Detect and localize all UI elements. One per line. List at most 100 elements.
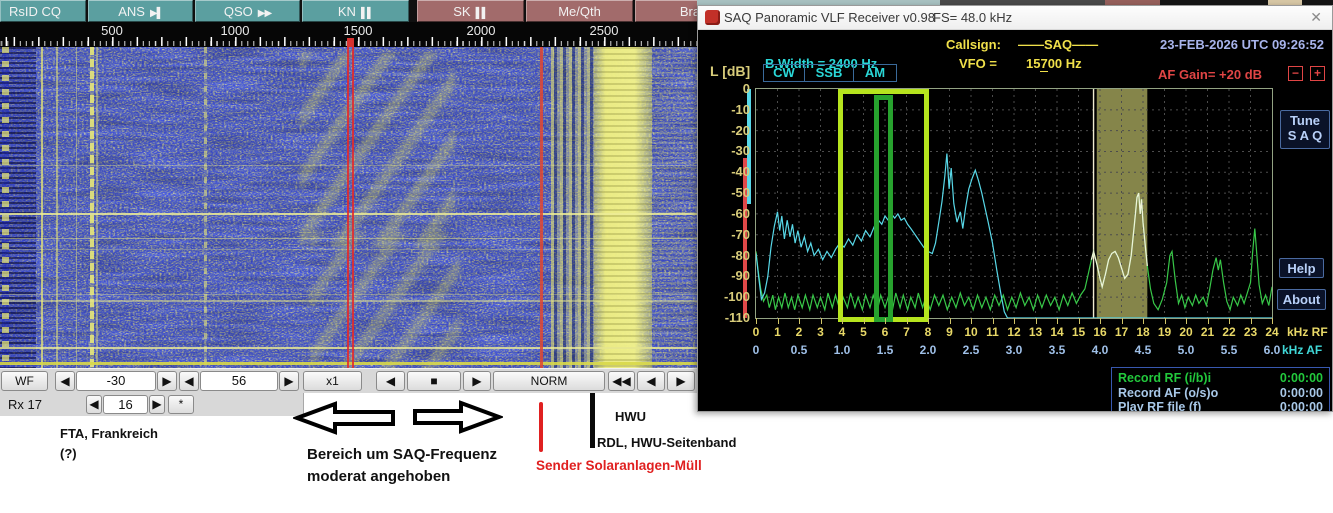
macro-button-kn[interactable]: KN▌▌ (302, 0, 409, 22)
mode-button-ssb[interactable]: SSB (804, 64, 854, 82)
help-button[interactable]: Help (1279, 258, 1324, 278)
annotation-arrows (293, 400, 503, 436)
saq-titlebar[interactable]: SAQ Panoramic VLF Receiver v0.98 FS= 48.… (698, 6, 1332, 30)
x-tick-mark (864, 318, 865, 324)
x-tick-mark (1186, 318, 1187, 324)
saq-receiver-window: SAQ Panoramic VLF Receiver v0.98 FS= 48.… (697, 5, 1333, 412)
x-tick-label-rf: 13 (1029, 325, 1042, 339)
wf-range-field[interactable]: 56 (200, 371, 278, 391)
x-axis-af-unit: kHz AF (1282, 343, 1322, 357)
y-tick-label: -30 (708, 143, 750, 158)
y-tick-label: -110 (708, 310, 750, 325)
x-tick-mark (821, 318, 822, 324)
record-row[interactable]: Record RF (i/b)i0:00:00 (1118, 371, 1323, 386)
rewind-button[interactable]: ◀◀ (608, 371, 635, 391)
x-tick-mark (1143, 318, 1144, 324)
close-icon[interactable]: ✕ (1310, 9, 1322, 26)
spectrum-plot[interactable] (756, 89, 1272, 318)
playback-glyph-icon: ▌▌ (361, 8, 373, 19)
x-tick-mark (1100, 318, 1101, 324)
fldigi-waterfall[interactable] (0, 47, 697, 368)
vfo-value[interactable]: 15700 Hz (1026, 56, 1082, 71)
annotation-fta: FTA, Frankreich(?) (60, 424, 158, 464)
rx-value-field[interactable]: 16 (103, 395, 148, 414)
norm-button[interactable]: NORM (493, 371, 605, 391)
screenshot-root: RsID CQANS▶▌QSO▶▶KN▌▌SK▌▌Me/QthBra 50010… (0, 0, 1333, 513)
lower-signal-inc-button[interactable]: ▶ (157, 371, 177, 391)
y-tick-label: -70 (708, 227, 750, 242)
y-tick-label: -100 (708, 289, 750, 304)
scroll-right-button[interactable]: ▶ (463, 371, 491, 391)
x-tick-label-rf: 4 (839, 325, 846, 339)
lower-signal-dec-button[interactable]: ◀ (55, 371, 75, 391)
callsign-label: Callsign: (946, 37, 1001, 52)
waterfall-carrier-line (90, 47, 94, 368)
x-tick-label-rf: 7 (903, 325, 910, 339)
sample-rate-label: FS= 48.0 kHz (933, 10, 1012, 25)
macro-button-me-qth[interactable]: Me/Qth (526, 0, 633, 22)
macro-button-rsid-cq[interactable]: RsID CQ (0, 0, 86, 22)
y-tick-label: -20 (708, 123, 750, 138)
range-inc-button[interactable]: ▶ (279, 371, 299, 391)
x-tick-label-rf: 17 (1115, 325, 1128, 339)
macro-button-sk[interactable]: SK▌▌ (417, 0, 524, 22)
waterfall-left-edge-signal (2, 47, 9, 368)
waterfall-carrier-line (76, 47, 77, 368)
af-gain-minus-button[interactable]: − (1288, 66, 1303, 81)
x-tick-mark (842, 318, 843, 324)
annotation-red-marker-line (539, 402, 543, 452)
fldigi-rx-row: Rx 17◀16▶* (0, 393, 304, 416)
x-tick-label-af: 5.5 (1221, 343, 1238, 357)
mode-button-cw[interactable]: CW (763, 64, 805, 82)
rx-dec-button[interactable]: ◀ (86, 395, 102, 414)
wf-mode-button[interactable]: WF (1, 371, 48, 391)
x-tick-mark (1036, 318, 1037, 324)
scale-label: 500 (101, 23, 123, 38)
x-tick-mark (1229, 318, 1230, 324)
step-left-button[interactable]: ◀ (637, 371, 665, 391)
macro-button-bra[interactable]: Bra (635, 0, 697, 22)
x-tick-label-af: 0 (753, 343, 760, 357)
x-tick-label-af: 4.0 (1092, 343, 1109, 357)
x-tick-mark (1079, 318, 1080, 324)
af-gain-plus-button[interactable]: + (1310, 66, 1325, 81)
stop-button[interactable]: ■ (407, 371, 461, 391)
x-tick-mark (1014, 318, 1015, 324)
rx-inc-button[interactable]: ▶ (149, 395, 165, 414)
x-tick-label-af: 2.0 (920, 343, 937, 357)
x-tick-mark (1122, 318, 1123, 324)
x-tick-label-rf: 15 (1072, 325, 1085, 339)
record-status-box[interactable]: Record RF (i/b)i0:00:00Record AF (o/s)o0… (1111, 367, 1330, 412)
annotation-bereich: Bereich um SAQ-Frequenzmoderat angehoben (307, 444, 497, 488)
x-tick-label-rf: 22 (1222, 325, 1235, 339)
scale-label: 2000 (467, 23, 496, 38)
macro-button-ans[interactable]: ANS▶▌ (88, 0, 193, 22)
x-tick-mark (1208, 318, 1209, 324)
app-icon (705, 10, 720, 25)
annotation-black-marker-line (590, 393, 595, 448)
y-tick-label: -50 (708, 185, 750, 200)
x-tick-label-rf: 0 (753, 325, 760, 339)
record-row[interactable]: Play RF file (f)0:00:00 (1118, 400, 1323, 412)
x-tick-label-rf: 2 (796, 325, 803, 339)
scroll-left-button[interactable]: ◀ (376, 371, 405, 391)
record-row[interactable]: Record AF (o/s)o0:00:00 (1118, 386, 1323, 401)
mode-button-am[interactable]: AM (853, 64, 897, 82)
waterfall-channel-cursor[interactable] (347, 47, 354, 368)
scale-label: 2500 (590, 23, 619, 38)
tune-saq-button[interactable]: TuneS A Q (1280, 110, 1330, 149)
macro-button-qso[interactable]: QSO▶▶ (195, 0, 300, 22)
rx-star-button[interactable]: * (168, 395, 194, 414)
annotation-hwu: HWU (615, 409, 646, 424)
wf-lower-limit-field[interactable]: -30 (76, 371, 156, 391)
fldigi-frequency-scale[interactable]: 5001000150020002500 (0, 22, 697, 47)
left-arrow-icon (297, 404, 393, 432)
range-dec-button[interactable]: ◀ (179, 371, 199, 391)
af-gain-label: AF Gain= +20 dB (1158, 67, 1262, 82)
waterfall-carrier-line (41, 47, 43, 368)
x-tick-label-rf: 5 (860, 325, 867, 339)
utc-datetime: 23-FEB-2026 UTC 09:26:52 (1160, 37, 1324, 52)
zoom-x1-button[interactable]: x1 (303, 371, 362, 391)
step-right-button[interactable]: ▶ (667, 371, 695, 391)
about-button[interactable]: About (1277, 289, 1326, 310)
